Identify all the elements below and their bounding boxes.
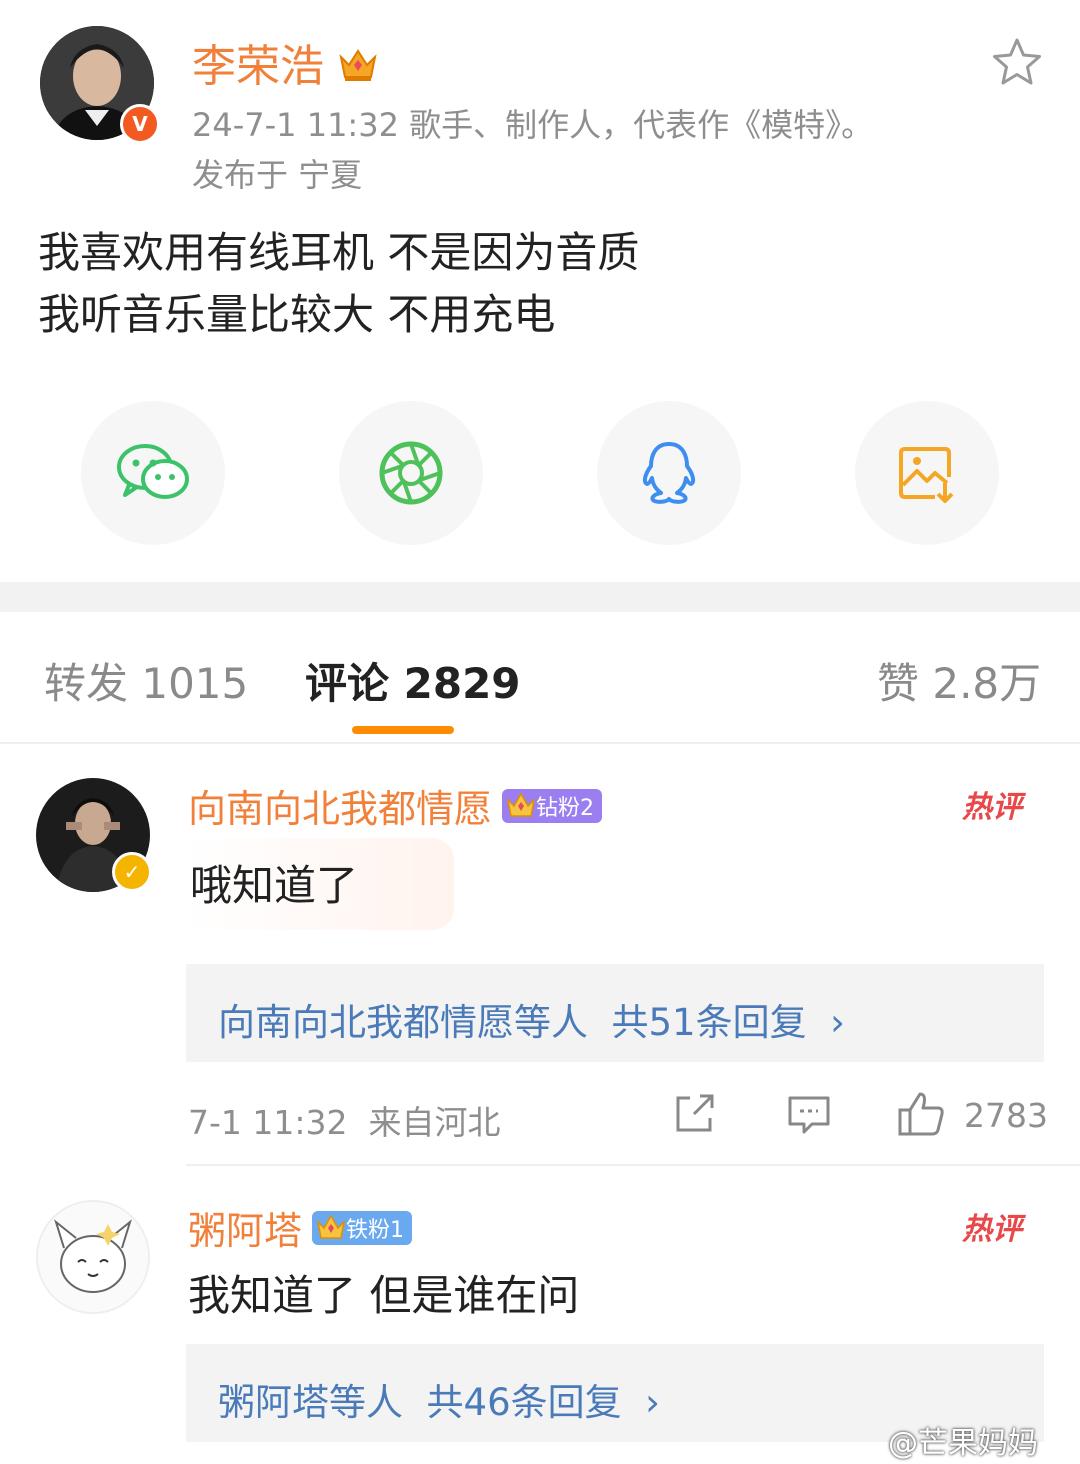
crown-icon xyxy=(339,49,377,81)
fan-badge: 铁粉1 xyxy=(312,1210,413,1245)
comment-text: 我知道了 但是谁在问 xyxy=(188,1271,580,1320)
hot-comment-badge: 热评 xyxy=(962,790,1022,825)
qq-icon xyxy=(642,442,696,504)
comment-author-name[interactable]: 向南向北我都情愿 xyxy=(188,778,492,833)
watermark: @芒果妈妈 xyxy=(888,1426,1038,1461)
commenter-avatar[interactable] xyxy=(36,1200,150,1314)
moments-icon xyxy=(379,441,443,505)
share-wechat-button[interactable] xyxy=(81,401,225,545)
hot-comment-badge: 热评 xyxy=(962,1212,1022,1247)
share-qq-button[interactable] xyxy=(597,401,741,545)
verified-badge-icon: V xyxy=(120,104,160,144)
like-thumb-icon[interactable] xyxy=(896,1090,946,1138)
comment-author-row: 向南向北我都情愿 钻粉2 xyxy=(188,778,603,833)
comment-separator xyxy=(186,1164,1080,1166)
comment-author-row: 粥阿塔 铁粉1 xyxy=(188,1200,413,1255)
replies-box[interactable]: 向南向北我都情愿等人 共51条回复 › xyxy=(186,964,1044,1062)
tab-likes[interactable]: 赞 2.8万 xyxy=(877,650,1041,711)
comment-time-location: 7-1 11:32 来自河北 xyxy=(188,1103,501,1142)
tab-repost[interactable]: 转发 1015 xyxy=(44,650,248,711)
comment-author-name[interactable]: 粥阿塔 xyxy=(188,1200,302,1255)
wechat-icon xyxy=(117,444,189,499)
verified-badge-icon: ✓ xyxy=(112,852,152,892)
active-tab-indicator xyxy=(352,726,454,734)
crown-icon xyxy=(316,1214,346,1239)
crown-icon xyxy=(506,792,536,817)
share-moments-button[interactable] xyxy=(339,401,483,545)
tabs-divider xyxy=(0,742,1080,744)
tab-comments[interactable]: 评论 2829 xyxy=(305,650,521,711)
section-divider xyxy=(0,582,1080,612)
favorite-star-icon[interactable] xyxy=(990,36,1044,90)
replies-summary[interactable]: 向南向北我都情愿等人 共51条回复 › xyxy=(218,992,845,1046)
post-content: 我喜欢用有线耳机 不是因为音质 我听音乐量比较大 不用充电 xyxy=(38,222,639,346)
repost-icon[interactable] xyxy=(672,1092,716,1136)
save-image-icon xyxy=(899,447,954,503)
post-line: 我听音乐量比较大 不用充电 xyxy=(38,290,556,339)
fan-badge: 钻粉2 xyxy=(502,788,603,823)
comment-icon[interactable] xyxy=(786,1094,832,1136)
comment-text: 哦知道了 xyxy=(190,861,359,910)
post-author-name[interactable]: 李荣浩 xyxy=(192,30,378,94)
post-meta: 24-7-1 11:32 歌手、制作人，代表作《模特》。 xyxy=(192,106,874,144)
replies-summary[interactable]: 粥阿塔等人 共46条回复 › xyxy=(218,1372,660,1426)
save-image-button[interactable] xyxy=(855,401,999,545)
post-line: 我喜欢用有线耳机 不是因为音质 xyxy=(38,228,640,277)
post-location: 发布于 宁夏 xyxy=(192,156,363,194)
like-count: 2783 xyxy=(964,1096,1048,1135)
